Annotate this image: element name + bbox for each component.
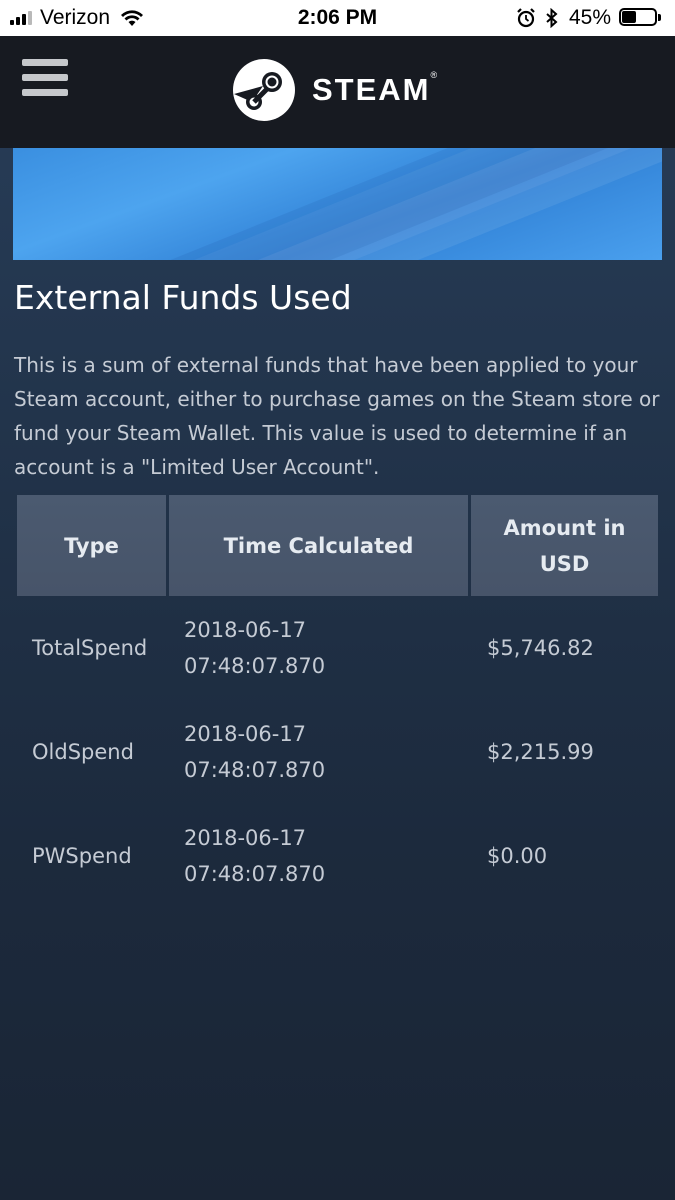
cell-amount: $5,746.82 (487, 636, 594, 660)
steam-wordmark: STEAM® (312, 70, 438, 107)
steam-logo-icon (233, 59, 295, 121)
cell-type: PWSpend (32, 844, 132, 868)
cell-amount: $0.00 (487, 844, 548, 868)
alarm-icon (517, 8, 535, 28)
bluetooth-icon (546, 8, 558, 28)
cell-type: OldSpend (32, 740, 134, 764)
steam-logo[interactable]: STEAM® (232, 58, 437, 122)
table-header-row: Type Time Calculated Amount in USD (17, 495, 658, 596)
table-row: OldSpend 2018-06-17 07:48:07.870 $2,215.… (17, 700, 658, 804)
table-row: PWSpend 2018-06-17 07:48:07.870 $0.00 (17, 804, 658, 908)
cell-time: 2018-06-17 07:48:07.870 (184, 826, 326, 886)
column-header-amount: Amount in USD (471, 495, 658, 596)
cell-time: 2018-06-17 07:48:07.870 (184, 722, 326, 782)
banner-image (13, 148, 662, 260)
cell-type: TotalSpend (32, 636, 148, 660)
external-funds-table: Type Time Calculated Amount in USD Total… (17, 495, 658, 908)
table-row: TotalSpend 2018-06-17 07:48:07.870 $5,74… (17, 596, 658, 700)
battery-percent: 45% (568, 6, 611, 29)
hamburger-menu-icon[interactable] (22, 59, 70, 99)
page-title: External Funds Used (14, 278, 352, 317)
column-header-type: Type (17, 495, 166, 596)
status-bar: Verizon 2:06 PM 45% (0, 0, 675, 36)
cell-time: 2018-06-17 07:48:07.870 (184, 618, 326, 678)
app-header: STEAM® (0, 36, 675, 148)
cell-amount: $2,215.99 (487, 740, 594, 764)
battery-icon (619, 8, 663, 28)
column-header-time: Time Calculated (169, 495, 468, 596)
section-description: This is a sum of external funds that hav… (14, 353, 660, 479)
